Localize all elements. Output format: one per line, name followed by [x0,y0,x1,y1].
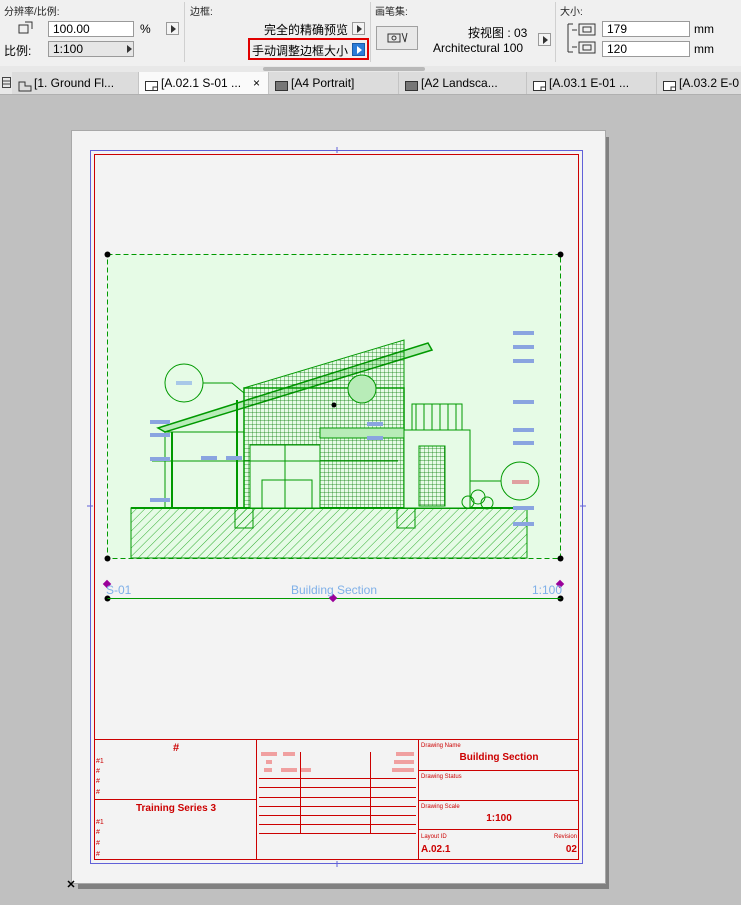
hash-item: # [96,851,100,858]
hash-item: #1 [96,819,104,826]
revision-caption: Revision [554,834,577,840]
layout-id-caption: Layout ID [421,834,447,840]
series-name: Training Series 3 [136,803,216,814]
layout-canvas: S-01 Building Section 1:100 # #1 # # # T… [67,147,586,888]
hash-item: # [96,778,100,785]
title-block-header: # [173,742,179,754]
hash-item: # [96,840,100,847]
drawing-name-value: Building Section [460,752,539,763]
drawing-scale-label: 1:100 [532,583,562,597]
drawing-scale-value: 1:100 [486,813,512,824]
drawing-status-caption: Drawing Status [421,774,462,780]
revision-value: 02 [566,844,578,855]
drawing-name-label: Building Section [291,583,377,597]
hash-item: #1 [96,758,104,765]
hash-item: # [96,789,100,796]
drawing-name-caption: Drawing Name [421,743,461,749]
drawing-scale-caption: Drawing Scale [421,804,460,810]
hash-item: # [96,829,100,836]
hash-item: # [96,768,100,775]
layout-id-value: A.02.1 [421,844,451,855]
drawing-id-label: S-01 [106,583,132,597]
origin-marker-icon [67,880,75,888]
revision-placeholders [261,752,414,772]
